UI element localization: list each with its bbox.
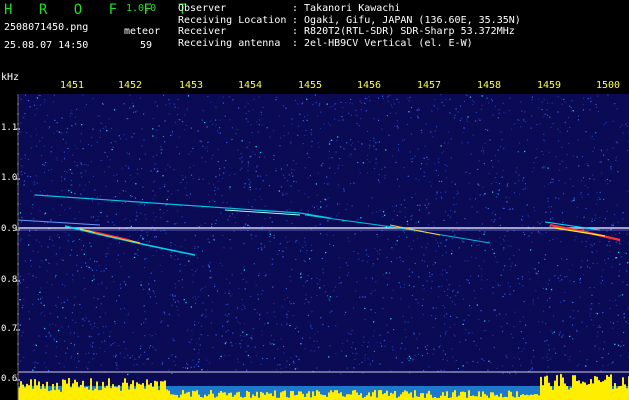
app-logo: H R O F F T <box>4 2 196 18</box>
y-tick-0-6: 0.6 <box>1 374 18 384</box>
info-row-observer: Observer: Takanori Kawachi <box>178 3 401 14</box>
x-tick-1459: 1459 <box>537 80 562 91</box>
y-tick-0-8: 0.8 <box>1 275 18 285</box>
spectrogram <box>16 94 629 400</box>
x-tick-1455: 1455 <box>298 80 323 91</box>
x-tick-1454: 1454 <box>238 80 263 91</box>
spectrogram-background <box>18 94 629 400</box>
timestamp: 25.08.07 14:50 <box>4 40 89 51</box>
x-tick-1456: 1456 <box>357 80 382 91</box>
x-tick-1451: 1451 <box>60 80 85 91</box>
meteor-label: meteor <box>124 26 161 37</box>
x-tick-1500: 1500 <box>596 80 621 91</box>
app-version: 1.0.0 <box>126 3 157 14</box>
y-tick-0-7: 0.7 <box>1 324 18 334</box>
x-tick-1453: 1453 <box>179 80 204 91</box>
info-row-location: Receiving Location: Ogaki, Gifu, JAPAN (… <box>178 14 521 26</box>
x-tick-1458: 1458 <box>477 80 502 91</box>
header-panel: H R O F F T 1.0.0 2508071450.png 25.08.0… <box>0 0 629 70</box>
file-name: 2508071450.png <box>4 22 89 33</box>
meteor-count: 59 <box>140 40 153 51</box>
info-row-receiver: Receiver: R820T2(RTL-SDR) SDR-Sharp 53.3… <box>178 26 515 37</box>
info-row-antenna: Receiving antenna: 2el-HB9CV Vertical (e… <box>178 37 473 49</box>
y-tick-0-9: 0.9 <box>1 224 18 234</box>
y-tick-1-1: 1.1 <box>1 123 18 133</box>
y-tick-1-0: 1.0 <box>1 173 18 183</box>
station-info: Observer: Takanori Kawachi Receiving Loc… <box>178 3 521 49</box>
x-tick-1452: 1452 <box>118 80 143 91</box>
x-tick-1457: 1457 <box>417 80 442 91</box>
